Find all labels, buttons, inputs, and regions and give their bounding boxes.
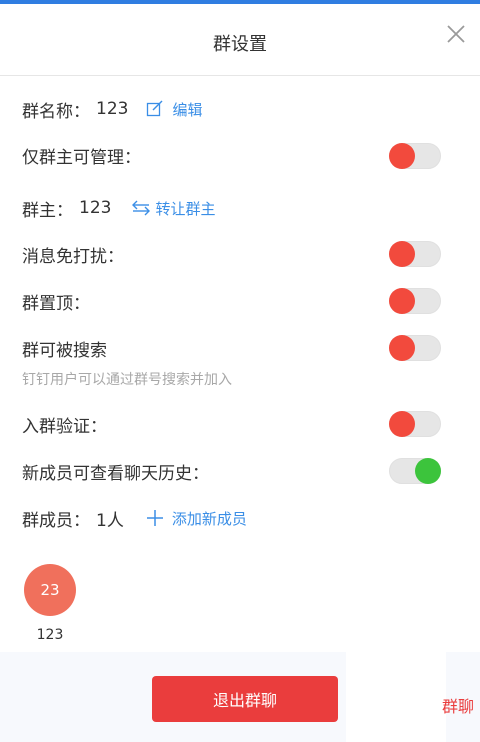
searchable-hint: 钉钉用户可以通过群号搜索并加入 bbox=[22, 372, 232, 388]
searchable-toggle[interactable] bbox=[389, 335, 441, 361]
plus-icon bbox=[146, 509, 164, 527]
member-name: 123 bbox=[36, 627, 64, 643]
owner-value: 123 bbox=[79, 198, 112, 218]
exit-group-button[interactable]: 退出群聊 bbox=[152, 676, 338, 722]
add-member-button[interactable]: 添加新成员 bbox=[146, 508, 247, 529]
members-label: 群成员： bbox=[22, 510, 90, 531]
member-avatar[interactable]: 23 bbox=[24, 564, 76, 616]
pin-toggle[interactable] bbox=[389, 288, 441, 314]
pin-row: 群置顶： bbox=[22, 287, 440, 315]
toggle-knob bbox=[389, 143, 415, 169]
pin-label: 群置顶： bbox=[22, 293, 90, 314]
admin-only-row: 仅群主可管理： bbox=[22, 141, 440, 169]
group-name-value: 123 bbox=[96, 99, 129, 119]
edit-group-name-button[interactable]: 编辑 bbox=[146, 99, 202, 120]
toggle-knob bbox=[415, 458, 441, 484]
join-verify-toggle[interactable] bbox=[389, 411, 441, 437]
members-count: 1人 bbox=[96, 510, 124, 531]
side-group-chat-text: 群聊 bbox=[442, 697, 475, 716]
transfer-label: 转让群主 bbox=[155, 199, 216, 218]
join-verify-label: 入群验证： bbox=[22, 416, 107, 437]
toggle-knob bbox=[389, 335, 415, 361]
dialog-header: 群设置 bbox=[0, 4, 480, 76]
owner-row: 群主： 123 转让群主 bbox=[22, 194, 440, 222]
mute-row: 消息免打扰： bbox=[22, 240, 440, 268]
owner-label: 群主： bbox=[22, 200, 73, 221]
history-visible-row: 新成员可查看聊天历史： bbox=[22, 457, 440, 485]
toggle-knob bbox=[389, 288, 415, 314]
dialog-footer: 退出群聊 群聊 bbox=[0, 652, 480, 742]
group-name-row: 群名称： 123 编辑 bbox=[22, 95, 440, 123]
add-member-label: 添加新成员 bbox=[171, 509, 247, 528]
history-visible-toggle[interactable] bbox=[389, 458, 441, 484]
transfer-icon bbox=[131, 200, 151, 216]
admin-only-toggle[interactable] bbox=[389, 143, 441, 169]
dialog-title: 群设置 bbox=[213, 34, 267, 55]
transfer-owner-button[interactable]: 转让群主 bbox=[131, 198, 215, 219]
toggle-knob bbox=[389, 241, 415, 267]
toggle-knob bbox=[389, 411, 415, 437]
group-name-label: 群名称： bbox=[22, 101, 90, 122]
mute-label: 消息免打扰： bbox=[22, 246, 124, 267]
mute-toggle[interactable] bbox=[389, 241, 441, 267]
admin-only-label: 仅群主可管理： bbox=[22, 147, 141, 168]
searchable-row: 群可被搜索 bbox=[22, 334, 440, 362]
edit-icon bbox=[146, 100, 164, 118]
join-verify-row: 入群验证： bbox=[22, 410, 440, 438]
searchable-label: 群可被搜索 bbox=[22, 340, 107, 361]
footer-overlay-panel bbox=[346, 652, 446, 742]
close-icon[interactable] bbox=[444, 22, 468, 46]
history-visible-label: 新成员可查看聊天历史： bbox=[22, 463, 209, 484]
edit-label: 编辑 bbox=[172, 100, 203, 119]
members-row: 群成员： 1人 添加新成员 bbox=[22, 504, 440, 532]
